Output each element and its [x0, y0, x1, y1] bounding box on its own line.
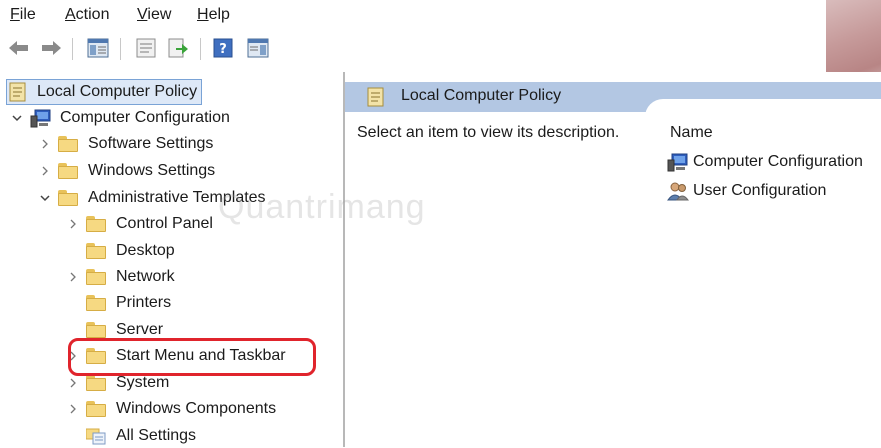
menu-bar: File Action View Help	[0, 0, 881, 30]
properties-icon[interactable]	[132, 36, 160, 60]
all-settings-icon	[86, 426, 108, 446]
help-icon[interactable]: ?	[210, 36, 236, 60]
menu-view-accesskey: V	[137, 6, 148, 23]
tree-item-printers[interactable]: Printers	[86, 291, 171, 315]
tree-item-windows-settings[interactable]: Windows Settings	[38, 159, 215, 183]
chevron-right-icon[interactable]	[66, 270, 80, 284]
tree-item-label: Control Panel	[116, 215, 213, 232]
menu-help-accesskey: H	[197, 6, 209, 23]
tree-item-computer-configuration[interactable]: Computer Configuration	[10, 106, 230, 130]
show-action-pane-icon[interactable]	[244, 36, 272, 60]
toolbar-separator	[72, 38, 73, 60]
details-pane: Local Computer Policy Select an item to …	[345, 72, 881, 447]
svg-text:?: ?	[219, 42, 227, 57]
chevron-right-icon[interactable]	[38, 164, 52, 178]
computer-icon	[30, 108, 52, 128]
users-icon	[667, 181, 689, 201]
back-arrow-icon[interactable]	[6, 36, 32, 60]
console-tree: Local Computer Policy Computer Configura…	[0, 72, 343, 447]
menu-action-accesskey: A	[65, 6, 76, 23]
folder-icon	[58, 161, 80, 181]
folder-icon	[58, 188, 80, 208]
highlight-annotation	[68, 338, 316, 376]
tree-item-label: Windows Settings	[88, 162, 216, 179]
tree-item-label: All Settings	[116, 427, 197, 444]
tree-item-label: Server	[116, 321, 164, 338]
chevron-down-icon[interactable]	[38, 191, 52, 205]
tree-item-label: Local Computer Policy	[37, 83, 198, 100]
tree-item-label: Network	[116, 268, 175, 285]
tree-item-label: Administrative Templates	[88, 189, 266, 206]
menu-action[interactable]: Action	[65, 5, 109, 25]
policy-icon	[367, 87, 385, 112]
folder-icon	[58, 134, 80, 154]
menu-file-accesskey: F	[10, 6, 20, 23]
menu-help-label: elp	[208, 6, 230, 23]
folder-icon	[86, 241, 108, 261]
column-header-name[interactable]: Name	[670, 124, 713, 142]
tree-item-windows-components[interactable]: Windows Components	[66, 397, 276, 421]
menu-view[interactable]: View	[137, 5, 171, 25]
show-hide-console-tree-icon[interactable]	[84, 36, 112, 60]
folder-icon	[86, 214, 108, 234]
tree-item-label: Software Settings	[88, 135, 214, 152]
tree-item-label: Desktop	[116, 242, 175, 259]
chevron-down-icon[interactable]	[10, 111, 24, 125]
list-item-label: Computer Configuration	[693, 153, 863, 170]
chevron-right-icon[interactable]	[66, 376, 80, 390]
tree-item-software-settings[interactable]: Software Settings	[38, 132, 213, 156]
list-item-user-configuration[interactable]: User Configuration	[667, 180, 826, 202]
list-item-label: User Configuration	[693, 182, 827, 199]
tree-item-label: System	[116, 374, 170, 391]
list-item-computer-configuration[interactable]: Computer Configuration	[667, 151, 863, 173]
menu-action-label: ction	[75, 6, 110, 23]
tree-item-network[interactable]: Network	[66, 265, 175, 289]
policy-icon	[9, 82, 29, 102]
menu-view-label: iew	[147, 6, 172, 23]
folder-icon	[86, 267, 108, 287]
chevron-right-icon[interactable]	[66, 217, 80, 231]
menu-help[interactable]: Help	[197, 5, 230, 25]
folder-icon	[86, 399, 108, 419]
tree-item-local-computer-policy[interactable]: Local Computer Policy	[6, 79, 203, 105]
forward-arrow-icon[interactable]	[38, 36, 64, 60]
tree-item-all-settings[interactable]: All Settings	[86, 424, 196, 448]
toolbar: ?	[0, 32, 881, 66]
description-text: Select an item to view its description.	[357, 124, 620, 141]
chevron-right-icon[interactable]	[38, 137, 52, 151]
export-list-icon[interactable]	[164, 36, 192, 60]
tree-item-label: Computer Configuration	[60, 109, 230, 126]
toolbar-separator	[200, 38, 201, 60]
header-notch	[645, 99, 881, 119]
details-header-title: Local Computer Policy	[401, 87, 562, 104]
menu-file[interactable]: File	[10, 5, 36, 25]
folder-icon	[86, 293, 108, 313]
tree-item-desktop[interactable]: Desktop	[86, 239, 175, 263]
tree-item-control-panel[interactable]: Control Panel	[66, 212, 213, 236]
tree-item-administrative-templates[interactable]: Administrative Templates	[38, 186, 266, 210]
folder-icon	[86, 373, 108, 393]
tree-item-label: Windows Components	[116, 400, 277, 417]
folder-icon	[86, 320, 108, 340]
chevron-right-icon[interactable]	[66, 402, 80, 416]
menu-file-label: ile	[19, 6, 36, 23]
tree-item-label: Printers	[116, 294, 172, 311]
computer-icon	[667, 152, 689, 172]
toolbar-separator	[120, 38, 121, 60]
